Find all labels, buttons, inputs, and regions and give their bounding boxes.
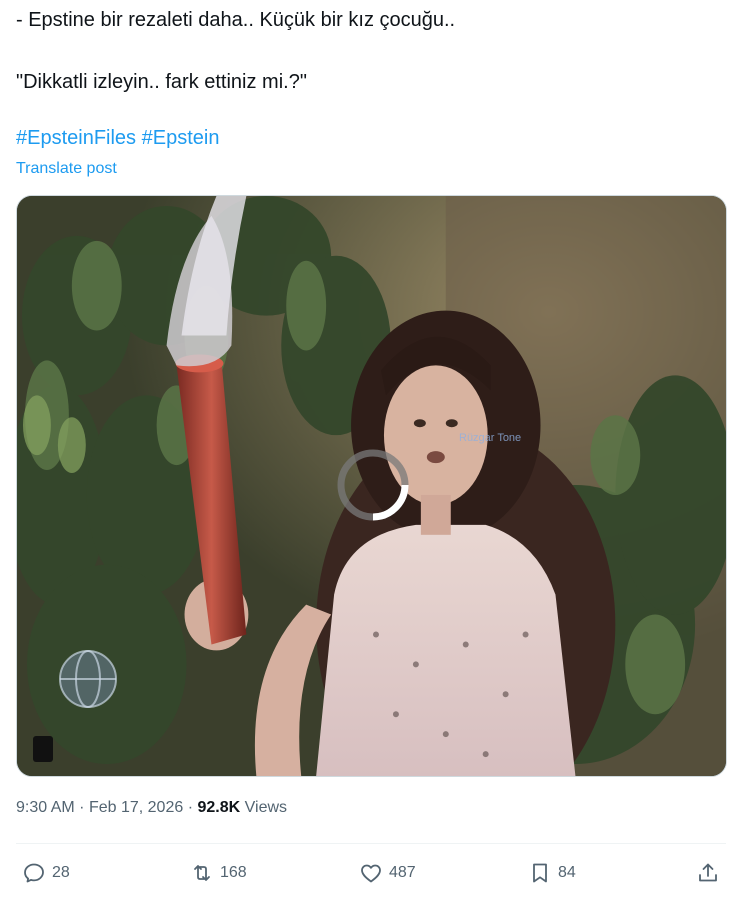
repost-icon [194,865,210,881]
bookmark-icon [533,863,547,883]
reply-button[interactable]: 28 [22,856,70,890]
post-line-2: "Dikkatli izleyin.. fark ettiniz mi.?" [16,71,307,93]
action-bar: 28 168 487 84 [0,856,742,890]
video-player[interactable]: Rüzgar Tone [16,195,727,777]
repost-count: 168 [220,864,247,881]
like-button[interactable]: 487 [359,856,416,890]
heart-icon [361,864,381,883]
globe-watermark-icon [59,650,117,708]
reply-count: 28 [52,864,70,881]
repost-button[interactable]: 168 [190,856,247,890]
post-line-1: - Epstine bir rezaleti daha.. Küçük bir … [16,9,456,31]
hashtag-epsteinfiles[interactable]: #EpsteinFiles [16,127,136,149]
meta-separator-2: · [187,799,194,816]
hashtag-epstein[interactable]: #Epstein [142,127,220,149]
video-watermark: Rüzgar Tone [459,432,522,444]
share-icon [699,863,717,882]
post-meta: 9:30 AM · Feb 17, 2026 · 92.8K Views [16,799,287,817]
bookmark-button[interactable]: 84 [528,856,576,890]
loading-spinner-icon [337,449,409,521]
meta-separator: · [79,799,85,816]
reply-icon [24,863,44,883]
share-button[interactable] [696,856,720,890]
post-time[interactable]: 9:30 AM [16,799,75,816]
bookmark-count: 84 [558,864,576,881]
divider [16,843,726,844]
video-corner-badge [33,736,53,762]
like-count: 487 [389,864,416,881]
hashtag-row: #EpsteinFiles #Epstein [16,126,219,150]
views-label: Views [244,799,288,816]
post-date[interactable]: Feb 17, 2026 [89,799,183,816]
views-count: 92.8K [197,799,241,816]
translate-post-link[interactable]: Translate post [16,160,117,178]
